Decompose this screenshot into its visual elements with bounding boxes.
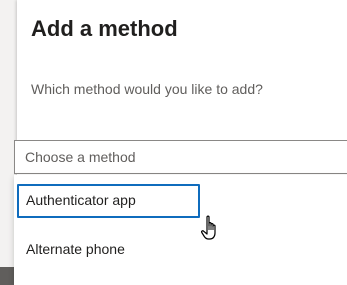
option-authenticator-app[interactable]: Authenticator app	[14, 181, 347, 221]
option-label: Alternate phone	[26, 241, 125, 257]
method-dropdown[interactable]: Choose a method	[14, 140, 347, 174]
hand-pointer-icon	[201, 215, 216, 240]
method-question-label: Which method would you like to add?	[31, 81, 263, 97]
dialog-title: Add a method	[31, 16, 178, 41]
method-dropdown-placeholder: Choose a method	[25, 149, 136, 165]
option-label: Authenticator app	[26, 192, 136, 208]
option-alternate-phone[interactable]: Alternate phone	[14, 230, 347, 270]
method-dropdown-list: Authenticator app Alternate phone	[14, 175, 347, 285]
page: Add a method Which method would you like…	[0, 0, 347, 285]
